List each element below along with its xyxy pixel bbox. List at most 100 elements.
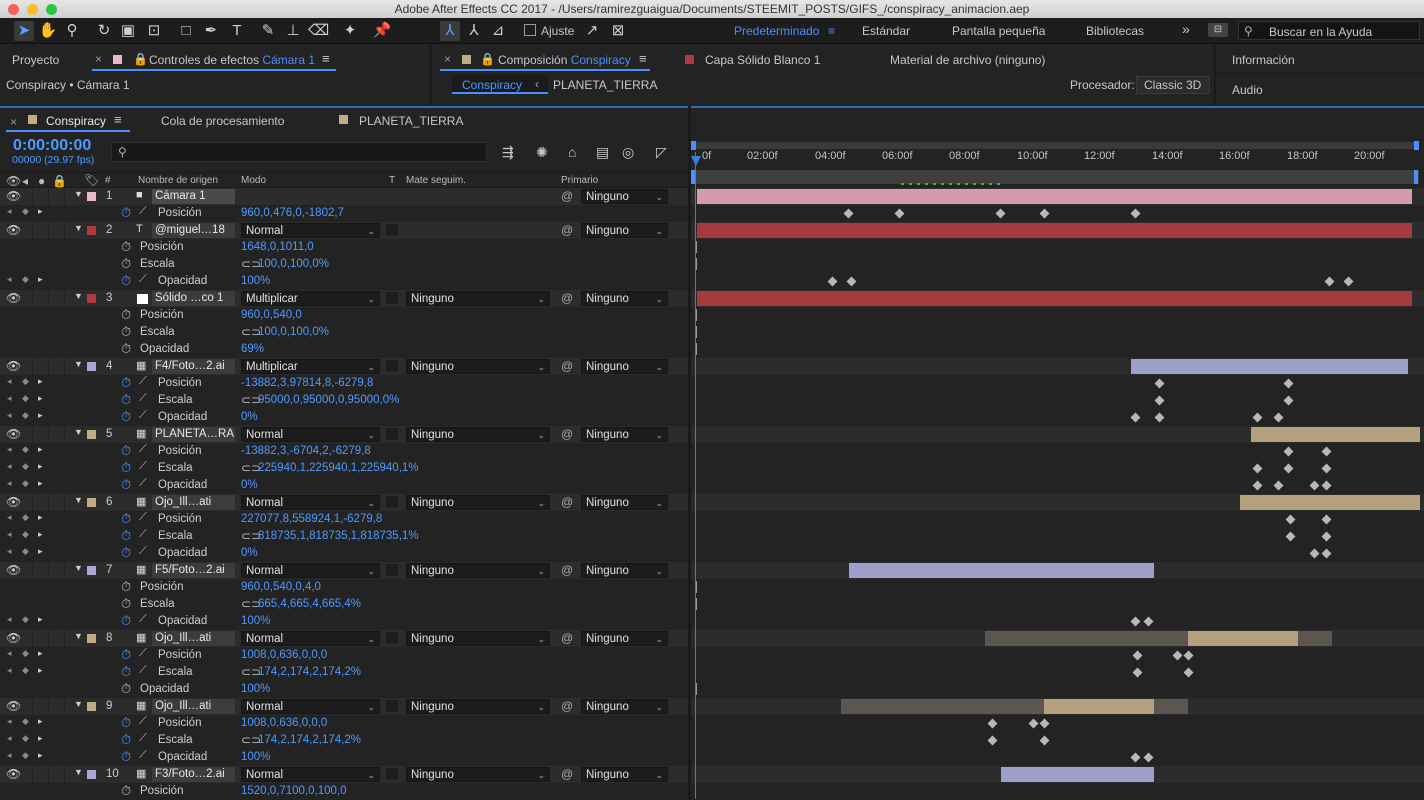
stopwatch-icon[interactable]: ⏱ [121,341,131,357]
preserve-transparency-checkbox[interactable] [386,768,398,780]
keyframe-icon[interactable] [1321,480,1332,491]
parent-select[interactable]: Ninguno ⌄ [581,427,668,442]
minimize-window-button[interactable] [27,4,38,15]
header-source-name[interactable]: Nombre de origen [138,175,218,186]
property-value[interactable]: 225940,1,225940,1,225940,1% [258,462,419,474]
add-keyframe-icon[interactable]: ◆ [22,478,29,489]
keyframe-icon[interactable] [1130,208,1141,219]
lock-switch[interactable] [51,562,65,579]
layer-duration-bar[interactable] [697,291,1412,306]
tab-project[interactable]: Proyecto [12,53,59,67]
workspace-toggle-icon[interactable]: ⊟ [1208,23,1228,37]
label-color-swatch[interactable] [87,634,96,643]
parent-pickwhip-icon[interactable]: @ [561,427,573,441]
snap-grid-icon[interactable]: ⊠ [608,21,628,41]
keyframe-icon[interactable] [1309,548,1320,559]
workspace-small-screen[interactable]: Pantalla pequeña [952,24,1045,38]
blend-mode-select[interactable]: Normal ⌄ [241,495,380,510]
expand-triangle-icon[interactable]: ▼ [74,767,83,777]
preserve-transparency-checkbox[interactable] [386,428,398,440]
parent-select[interactable]: Ninguno ⌄ [581,189,668,204]
preserve-transparency-checkbox[interactable] [386,564,398,576]
property-row[interactable]: ◂ ◆ ▸ ⏱ ⟋ Escala ⊂⊃ 95000,0,95000,0,95000,0% [0,392,1424,409]
add-keyframe-icon[interactable]: ◆ [22,410,29,421]
layer-duration-bar[interactable] [697,189,1412,204]
track-matte-select[interactable]: Ninguno ⌄ [406,631,550,646]
stopwatch-active-icon[interactable]: ⏱ [121,715,131,731]
stopwatch-active-icon[interactable]: ⏱ [121,273,131,289]
keyframe-icon[interactable] [1343,276,1354,287]
property-row[interactable]: ◂ ◆ ▸ ⏱ ⟋ Opacidad 0% [0,545,1424,562]
stopwatch-icon[interactable]: ⏱ [121,239,131,255]
close-window-button[interactable] [8,4,19,15]
lock-icon[interactable]: 🔒 [133,52,148,66]
keyframe-icon[interactable] [827,276,838,287]
workspace-libraries[interactable]: Bibliotecas [1086,24,1144,38]
close-tab-icon[interactable]: × [444,52,451,66]
stopwatch-active-icon[interactable]: ⏱ [121,477,131,493]
shy-layers-icon[interactable]: ⌂ [568,144,576,160]
solo-switch[interactable] [35,630,49,647]
property-row[interactable]: ⏱ Posición 1520,0,7100,0,100,0 [0,783,1424,800]
expand-triangle-icon[interactable]: ▼ [74,291,83,301]
next-keyframe-icon[interactable]: ▸ [38,206,43,217]
property-row[interactable]: ◂ ◆ ▸ ⏱ ⟋ Posición -13882,3,-6704,2,-6279,8 [0,443,1424,460]
solo-switch[interactable] [35,766,49,783]
layer-name[interactable]: Ojo_Ill…ati [152,631,235,646]
prev-keyframe-icon[interactable]: ◂ [7,478,12,489]
next-keyframe-icon[interactable]: ▸ [38,546,43,557]
property-value[interactable]: 0% [241,411,258,423]
tab-information[interactable]: Información [1232,53,1295,67]
keyframe-icon[interactable] [1130,412,1141,423]
preserve-transparency-checkbox[interactable] [386,224,398,236]
layer-duration-bar[interactable] [1001,767,1154,782]
next-keyframe-icon[interactable]: ▸ [38,750,43,761]
lock-switch[interactable] [51,494,65,511]
label-color-swatch[interactable] [87,294,96,303]
layer-row[interactable]: 👁 ▼ 4 ▦ F4/Foto…2.ai Multiplicar ⌄ Ninguno ⌄ @ Nin… [0,358,1424,375]
audio-switch[interactable] [19,630,33,647]
more-workspaces-icon[interactable]: » [1182,21,1190,37]
blend-mode-select[interactable]: Normal ⌄ [241,427,380,442]
stopwatch-active-icon[interactable]: ⏱ [121,732,131,748]
add-keyframe-icon[interactable]: ◆ [22,750,29,761]
expand-triangle-icon[interactable]: ▼ [74,495,83,505]
graph-icon[interactable]: ⟋ [139,613,147,626]
panel-menu-icon[interactable]: ≡ [639,51,647,66]
prev-keyframe-icon[interactable]: ◂ [7,648,12,659]
property-row[interactable]: ◂ ◆ ▸ ⏱ ⟋ Posición 1008,0,636,0,0,0 [0,647,1424,664]
next-keyframe-icon[interactable]: ▸ [38,274,43,285]
keyframe-icon[interactable] [894,208,905,219]
next-keyframe-icon[interactable]: ▸ [38,478,43,489]
keyframe-icon[interactable] [1154,395,1165,406]
prev-keyframe-icon[interactable]: ◂ [7,206,12,217]
layer-duration-bar[interactable] [985,631,1188,646]
label-color-swatch[interactable] [87,498,96,507]
parent-pickwhip-icon[interactable]: @ [561,291,573,305]
property-row[interactable]: ◂ ◆ ▸ ⏱ ⟋ Escala ⊂⊃ 818735,1,818735,1,818735,1% [0,528,1424,545]
property-value[interactable]: 960,0,476,0,-1802,7 [241,207,344,219]
parent-select[interactable]: Ninguno ⌄ [581,223,668,238]
layer-duration-bar[interactable] [1188,631,1298,646]
panel-menu-icon[interactable]: ≡ [114,112,122,127]
parent-select[interactable]: Ninguno ⌄ [581,359,668,374]
label-color-swatch[interactable] [87,192,96,201]
property-value[interactable]: 174,2,174,2,174,2% [258,666,361,678]
layer-duration-bar[interactable] [1131,359,1408,374]
camera-tool-icon[interactable]: ▣ [118,21,138,41]
expand-triangle-icon[interactable]: ▼ [74,631,83,641]
property-row[interactable]: ◂ ◆ ▸ ⏱ ⟋ Opacidad 100% [0,749,1424,766]
keyframe-icon[interactable] [1028,718,1039,729]
graph-icon[interactable]: ⟋ [139,477,147,490]
audio-switch[interactable] [19,494,33,511]
lock-switch[interactable] [51,222,65,239]
audio-switch[interactable] [19,426,33,443]
prev-keyframe-icon[interactable]: ◂ [7,614,12,625]
blend-mode-select[interactable]: Multiplicar ⌄ [241,359,380,374]
layer-duration-bar[interactable] [1251,427,1420,442]
parent-select[interactable]: Ninguno ⌄ [581,631,668,646]
blend-mode-select[interactable]: Normal ⌄ [241,767,380,782]
snap-options-icon[interactable]: ↗ [582,21,602,41]
layer-row[interactable]: 👁 ▼ 5 ▦ PLANETA…RA Normal ⌄ Ninguno ⌄ @ Ninguno ⌄ [0,426,1424,443]
property-value[interactable]: 100,0,100,0% [258,258,329,270]
